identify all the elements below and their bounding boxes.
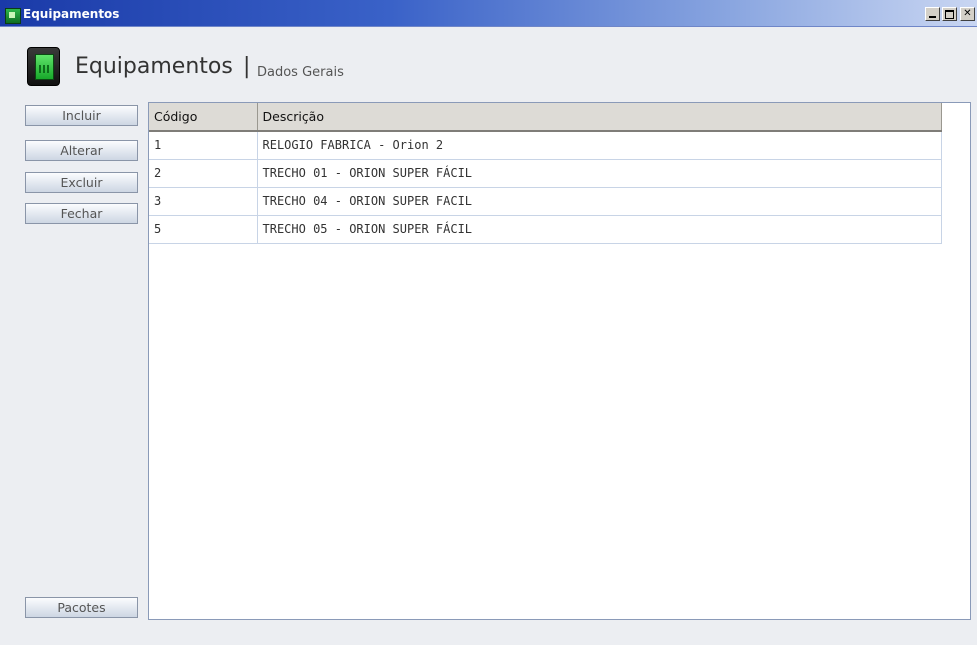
table-row[interactable]: 3 TRECHO 04 - ORION SUPER FACIL xyxy=(149,187,942,216)
cell-codigo: 5 xyxy=(149,215,258,244)
cell-codigo: 2 xyxy=(149,159,258,188)
close-button[interactable]: ✕ xyxy=(960,7,975,21)
equipment-grid[interactable]: Código Descrição 1 RELOGIO FABRICA - Ori… xyxy=(148,102,971,620)
minimize-button[interactable] xyxy=(925,7,940,21)
table-header-row: Código Descrição xyxy=(149,103,942,132)
incluir-button[interactable]: Incluir xyxy=(25,105,138,126)
app-icon xyxy=(5,8,21,24)
cell-descricao: TRECHO 04 - ORION SUPER FACIL xyxy=(257,187,942,216)
column-header-codigo[interactable]: Código xyxy=(149,103,258,132)
table-row[interactable]: 2 TRECHO 01 - ORION SUPER FÁCIL xyxy=(149,159,942,188)
excluir-button[interactable]: Excluir xyxy=(25,172,138,193)
column-header-descricao[interactable]: Descrição xyxy=(257,103,942,132)
table-row[interactable]: 1 RELOGIO FABRICA - Orion 2 xyxy=(149,131,942,160)
equipment-icon xyxy=(27,47,60,86)
window-titlebar[interactable]: Equipamentos ✕ xyxy=(0,0,977,27)
pacotes-button[interactable]: Pacotes xyxy=(25,597,138,618)
page-title: Equipamentos xyxy=(75,54,233,79)
cell-codigo: 1 xyxy=(149,131,258,160)
window-title: Equipamentos xyxy=(23,7,120,21)
table-row[interactable]: 5 TRECHO 05 - ORION SUPER FÁCIL xyxy=(149,215,942,244)
cell-descricao: TRECHO 05 - ORION SUPER FÁCIL xyxy=(257,215,942,244)
cell-descricao: RELOGIO FABRICA - Orion 2 xyxy=(257,131,942,160)
cell-codigo: 3 xyxy=(149,187,258,216)
page-subtitle: Dados Gerais xyxy=(257,65,344,80)
maximize-button[interactable] xyxy=(942,7,957,21)
fechar-button[interactable]: Fechar xyxy=(25,203,138,224)
title-separator: | xyxy=(243,54,251,79)
alterar-button[interactable]: Alterar xyxy=(25,140,138,161)
cell-descricao: TRECHO 01 - ORION SUPER FÁCIL xyxy=(257,159,942,188)
equipment-table: Código Descrição 1 RELOGIO FABRICA - Ori… xyxy=(149,103,942,244)
